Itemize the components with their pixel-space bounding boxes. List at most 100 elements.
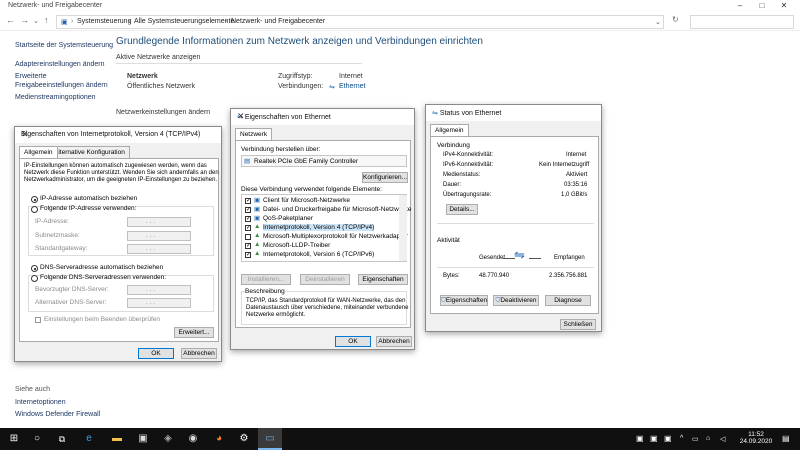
description-heading: Beschreibung [245,288,285,295]
item-checkbox[interactable]: ✓ [245,252,251,258]
back-icon[interactable]: ← [6,15,15,25]
auto-ip-label[interactable]: IP-Adresse automatisch beziehen [40,195,137,202]
tray-icon[interactable]: ▣ [636,434,644,443]
components-list[interactable]: ✓ ▣ Client für Microsoft-Netzwerke ✓ ▣ D… [241,194,411,262]
app-icon[interactable]: ◈ [161,432,175,446]
properties-button[interactable]: ⛉Eigenschaften [440,295,488,306]
diagnose-button[interactable]: Diagnose [545,295,591,306]
tab-network[interactable]: Netzwerk [235,128,273,140]
ethernet-link[interactable]: Ethernet [339,83,365,90]
disable-button[interactable]: ⛉Deaktivieren [493,295,539,306]
list-item[interactable]: QoS-Paketplaner [263,215,313,222]
item-checkbox[interactable]: ✓ [245,243,251,249]
chevron-up-icon[interactable]: ^ [680,435,683,442]
nav-media-streaming[interactable]: Medienstreamingoptionen [15,94,96,101]
tab-alternative-config[interactable]: Alternative Konfiguration [49,146,130,158]
ok-button[interactable]: OK [138,348,174,359]
ethernet-status-dialog: ⇋ Status von Ethernet Allgemein Verbindu… [425,104,602,332]
firefox-icon[interactable]: ◕ [212,432,226,446]
list-item[interactable]: Client für Microsoft-Netzwerke [263,197,350,204]
uninstall-button[interactable]: Deinstallieren [300,274,350,285]
store-icon[interactable]: ▣ [136,432,150,446]
search-input[interactable] [690,15,794,29]
auto-ip-radio[interactable] [31,196,38,203]
file-explorer-icon[interactable]: ▬ [110,432,124,446]
breadcrumb-item[interactable]: Netzwerk- und Freigabecenter [231,18,325,25]
properties-button[interactable]: Eigenschaften [358,274,408,285]
close-icon[interactable]: ✕ [237,111,408,122]
breadcrumb-item[interactable]: Systemsteuerung [77,18,131,25]
list-item[interactable]: Datei- und Druckerfreigabe für Microsoft… [263,206,411,213]
manual-dns-label[interactable]: Folgende DNS-Serveradressen verwenden: [40,274,166,281]
bytes-label: Bytes: [443,273,460,279]
manual-ip-radio[interactable] [31,206,38,213]
subnet-field[interactable]: . . . [127,231,191,241]
list-item[interactable]: Microsoft-Multiplexorprotokoll für Netzw… [263,233,408,240]
network-type: Öffentliches Netzwerk [127,83,195,90]
up-icon[interactable]: ↑ [44,15,49,25]
task-view-icon[interactable]: ⧉ [55,432,69,446]
preferred-dns-field[interactable]: . . . [127,285,191,295]
address-input[interactable]: ▣ › Systemsteuerung › Alle Systemsteueru… [56,15,664,29]
ip-address-field[interactable]: . . . [127,217,191,227]
maximize-button[interactable]: □ [752,1,772,10]
cancel-button[interactable]: Abbrechen [376,336,412,347]
nav-advanced-sharing-2[interactable]: Freigabeeinstellungen ändern [15,82,108,89]
chevron-down-icon[interactable]: ⌄ [33,17,39,25]
item-checkbox[interactable]: ✓ [245,207,251,213]
auto-dns-radio[interactable] [31,265,38,272]
gear-icon[interactable]: ⚙ [237,432,251,446]
tab-general[interactable]: Allgemein [19,146,58,158]
details-button[interactable]: Details... [446,204,478,215]
speed-value: 1,0 GBit/s [561,192,588,198]
configure-button[interactable]: Konfigurieren... [362,172,408,183]
auto-dns-label[interactable]: DNS-Serveradresse automatisch beziehen [40,264,163,271]
refresh-icon[interactable]: ↻ [672,15,679,24]
install-button[interactable]: Installieren... [241,274,291,285]
alternate-dns-field[interactable]: . . . [127,298,191,308]
list-scrollbar[interactable] [399,195,407,261]
notification-icon[interactable]: ▤ [782,434,790,443]
divider [116,63,362,64]
battery-icon[interactable]: ▭ [692,435,699,443]
cancel-button[interactable]: Abbrechen [181,348,217,359]
gateway-field[interactable]: . . . [127,244,191,254]
clock[interactable]: 11:52 24.09.2020 [738,431,774,445]
dropdown-icon[interactable]: ⌄ [655,18,661,26]
item-checkbox[interactable]: ✓ [245,216,251,222]
list-item-selected[interactable]: Internetprotokoll, Version 4 (TCP/IPv4) [263,224,375,231]
nav-adapter-settings[interactable]: Adaptereinstellungen ändern [15,61,105,68]
search-icon[interactable]: ○ [30,432,44,446]
manual-ip-label[interactable]: Folgende IP-Adresse verwenden: [40,205,136,212]
bytes-sent: 48.770.940 [479,273,510,279]
volume-icon[interactable]: ◁ [720,435,725,443]
activity-line [529,258,541,259]
nav-advanced-sharing[interactable]: Erweiterte [15,73,47,80]
forward-icon[interactable]: → [20,15,29,25]
item-checkbox[interactable] [245,234,251,240]
validate-checkbox[interactable] [35,317,41,323]
advanced-button[interactable]: Erweitert... [174,327,214,338]
item-checkbox[interactable]: ✓ [245,225,251,231]
minimize-button[interactable]: – [730,1,750,10]
app-icon[interactable]: ◉ [186,432,200,446]
nav-home[interactable]: Startseite der Systemsteuerung [15,42,113,49]
tab-general[interactable]: Allgemein [430,124,469,136]
list-item[interactable]: Microsoft-LLDP-Treiber [263,242,330,249]
item-checkbox[interactable]: ✓ [245,198,251,204]
close-icon[interactable]: ✕ [21,129,215,140]
windows-start-icon[interactable]: ⊞ [7,432,21,446]
breadcrumb-item[interactable]: Alle Systemsteuerungselemente [134,18,234,25]
nav-internet-options[interactable]: Internetoptionen [15,399,66,406]
nav-firewall[interactable]: Windows Defender Firewall [15,411,100,418]
tray-icon[interactable]: ▣ [650,434,658,443]
close-button[interactable]: ✕ [774,1,794,10]
ok-button[interactable]: OK [335,336,371,347]
active-task-button[interactable]: ▭ [258,428,282,450]
manual-dns-radio[interactable] [31,275,38,282]
edge-icon[interactable]: e [82,432,96,446]
close-button[interactable]: Schließen [560,319,596,330]
list-item[interactable]: Internetprotokoll, Version 6 (TCP/IPv6) [263,251,374,258]
tray-icon[interactable]: ▣ [664,434,672,443]
network-icon[interactable]: ⌂ [706,435,710,442]
